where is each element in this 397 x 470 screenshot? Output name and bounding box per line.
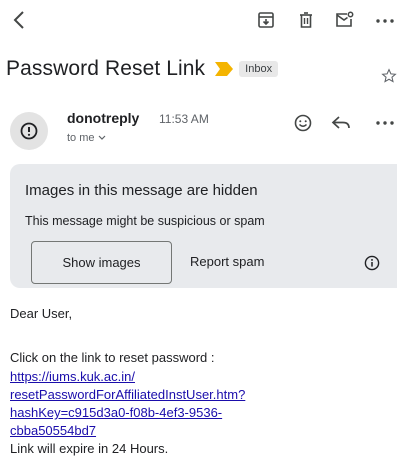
reset-password-link[interactable]: https://iums.kuk.ac.in/ resetPasswordFor… (10, 368, 390, 440)
warning-title: Images in this message are hidden (25, 182, 258, 199)
email-subject: Password Reset Link (6, 57, 206, 80)
warning-text: This message might be suspicious or spam (25, 214, 265, 228)
show-images-button[interactable]: Show images (31, 241, 172, 284)
link-line: hashKey=c915d3a0-f08b-4ef3-9536- (10, 405, 223, 420)
more-horizontal-icon[interactable] (374, 10, 396, 30)
info-icon[interactable] (364, 255, 380, 271)
subject-row: Password Reset Link Inbox (6, 54, 397, 84)
mark-unread-icon[interactable] (334, 10, 354, 30)
recipient-label: to me (67, 132, 95, 144)
archive-icon[interactable] (256, 10, 276, 30)
received-time: 11:53 AM (159, 112, 209, 126)
link-expiry-note: Link will expire in 24 Hours. (10, 441, 169, 456)
message-instruction: Click on the link to reset password : (10, 350, 215, 365)
sender-row: donotreply 11:53 AM to me (0, 108, 397, 154)
recipient-details[interactable]: to me (67, 132, 106, 144)
emoji-reaction-icon[interactable] (293, 113, 313, 133)
avatar[interactable] (10, 112, 48, 150)
important-marker-icon[interactable] (215, 62, 234, 76)
trash-icon[interactable] (296, 10, 316, 30)
sender-name[interactable]: donotreply (67, 110, 139, 126)
reply-icon[interactable] (331, 114, 351, 132)
message-greeting: Dear User, (10, 306, 73, 321)
link-line: resetPasswordForAffiliatedInstUser.htm? (10, 387, 246, 402)
more-horizontal-icon[interactable] (374, 114, 396, 132)
link-line: cbba50554bd7 (10, 423, 97, 438)
top-toolbar (0, 0, 397, 40)
alert-circle-icon (20, 122, 38, 140)
inbox-label-chip[interactable]: Inbox (239, 61, 279, 77)
star-icon[interactable] (381, 68, 397, 84)
report-spam-button[interactable]: Report spam (190, 254, 264, 269)
chevron-down-icon (98, 135, 106, 140)
back-arrow-icon[interactable] (8, 8, 32, 32)
link-line: https://iums.kuk.ac.in/ (10, 369, 135, 384)
